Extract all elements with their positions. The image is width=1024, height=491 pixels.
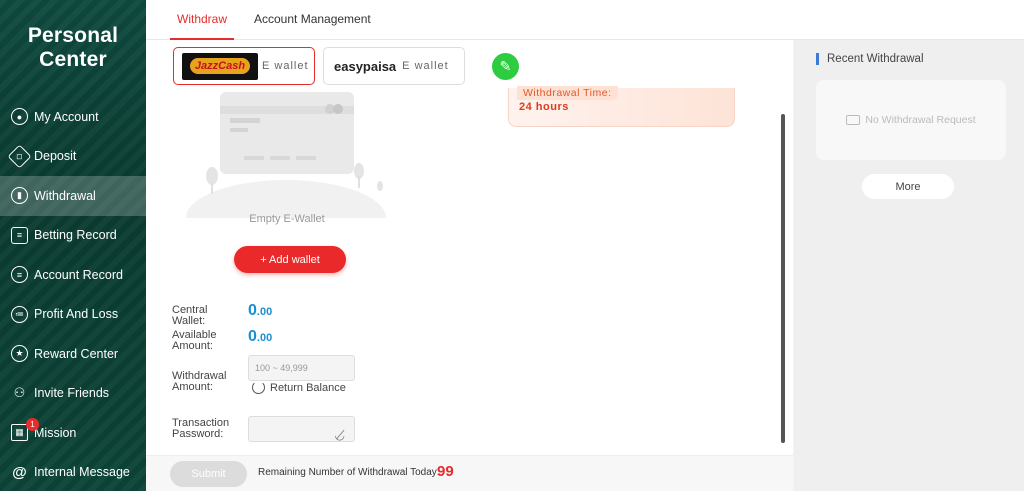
sidebar-item-my-account[interactable]: ● My Account	[0, 97, 146, 137]
wallet-option-jazzcash[interactable]: JazzCash E wallet	[173, 47, 315, 85]
sidebar-item-label: Account Record	[34, 267, 123, 282]
eye-hidden-icon[interactable]: ◡̸	[335, 423, 345, 447]
sidebar: Personal Center ● My Account ◇ Deposit ▮…	[0, 0, 146, 491]
sidebar-item-label: Betting Record	[34, 228, 117, 243]
profit-loss-icon: ≔	[11, 305, 28, 323]
inbox-icon	[846, 115, 861, 125]
wallet-type-label: E wallet	[402, 60, 449, 72]
sidebar-item-label: Internal Message	[34, 465, 130, 480]
sidebar-item-profit-and-loss[interactable]: ≔ Profit And Loss	[0, 295, 146, 335]
sidebar-item-label: Withdrawal	[34, 188, 96, 203]
reward-icon: ★	[11, 345, 28, 363]
transaction-password-input[interactable]: ◡̸	[248, 416, 355, 442]
sidebar-item-account-record[interactable]: ≡ Account Record	[0, 255, 146, 295]
refresh-icon	[252, 381, 265, 394]
withdrawal-time-box: Withdrawal Time: 24 hours	[508, 86, 735, 127]
sidebar-item-deposit[interactable]: ◇ Deposit	[0, 137, 146, 177]
recent-withdrawal-panel: Recent Withdrawal No Withdrawal Request …	[794, 40, 1024, 491]
withdrawal-amount-label: Withdrawal Amount:	[172, 370, 227, 393]
central-wallet-label: Central Wallet:	[172, 304, 208, 327]
withdraw-panel: JazzCash E wallet easypaisa E wallet ✎ W…	[146, 40, 793, 491]
return-balance-button[interactable]: Return Balance	[252, 381, 346, 394]
at-icon: @	[12, 463, 27, 481]
tab-withdraw[interactable]: Withdraw	[170, 0, 235, 40]
sidebar-item-mission[interactable]: ▦ 1 Mission	[0, 413, 146, 453]
sidebar-menu: ● My Account ◇ Deposit ▮ Withdrawal ≡ Be…	[0, 97, 146, 491]
submit-button[interactable]: Submit	[170, 461, 247, 487]
wallet-option-easypaisa[interactable]: easypaisa E wallet	[323, 47, 465, 85]
sidebar-item-label: My Account	[34, 109, 99, 124]
empty-wallet-label: Empty E-Wallet	[249, 213, 325, 225]
easypaisa-logo: easypaisa	[334, 58, 397, 74]
available-amount-value: 0.00	[248, 328, 273, 345]
deposit-icon: ◇	[7, 144, 32, 169]
recent-withdrawal-title: Recent Withdrawal	[816, 53, 924, 65]
account-record-icon: ≡	[11, 266, 28, 284]
edit-icon[interactable]: ✎	[492, 53, 519, 80]
tab-account-management[interactable]: Account Management	[254, 0, 371, 40]
sidebar-title: Personal Center	[27, 24, 119, 71]
central-wallet-value: 0.00	[248, 302, 273, 319]
mission-badge: 1	[26, 418, 39, 431]
sidebar-item-label: Deposit	[34, 149, 77, 164]
sidebar-item-withdrawal[interactable]: ▮ Withdrawal	[0, 176, 146, 216]
betting-record-icon: ≡	[11, 226, 28, 244]
sidebar-item-internal-message[interactable]: @ Internal Message	[0, 453, 146, 491]
tab-bar: Withdraw Account Management	[146, 0, 1024, 40]
scrollbar[interactable]	[781, 114, 785, 443]
sidebar-item-label: Profit And Loss	[34, 307, 119, 322]
jazzcash-logo: JazzCash	[182, 52, 258, 80]
wallet-type-label: E wallet	[262, 60, 309, 72]
recent-withdrawal-empty: No Withdrawal Request	[816, 80, 1006, 160]
sidebar-item-label: Reward Center	[34, 346, 119, 361]
transaction-password-label: Transaction Password:	[172, 417, 230, 440]
remaining-withdrawals-count: 99	[437, 463, 454, 480]
submit-bar: Submit Remaining Number of Withdrawal To…	[146, 455, 793, 491]
invite-icon: ⚇	[13, 385, 26, 401]
sidebar-item-label: Invite Friends	[34, 386, 110, 401]
empty-wallet-illustration	[186, 92, 386, 218]
withdrawal-time-label: Withdrawal Time:	[517, 86, 618, 100]
sidebar-item-invite-friends[interactable]: ⚇ Invite Friends	[0, 374, 146, 414]
sidebar-item-betting-record[interactable]: ≡ Betting Record	[0, 216, 146, 256]
withdrawal-amount-input[interactable]: 100 ~ 49,999	[248, 355, 355, 381]
sidebar-item-label: Mission	[34, 425, 77, 440]
withdrawal-icon: ▮	[11, 187, 28, 205]
available-amount-label: Available Amount:	[172, 329, 217, 352]
more-button[interactable]: More	[862, 174, 954, 199]
sidebar-item-reward-center[interactable]: ★ Reward Center	[0, 334, 146, 374]
account-icon: ●	[11, 108, 28, 126]
withdrawal-time-value: 24 hours	[519, 101, 569, 113]
add-wallet-button[interactable]: + Add wallet	[234, 246, 346, 273]
remaining-withdrawals-label: Remaining Number of Withdrawal Today:	[258, 467, 440, 478]
